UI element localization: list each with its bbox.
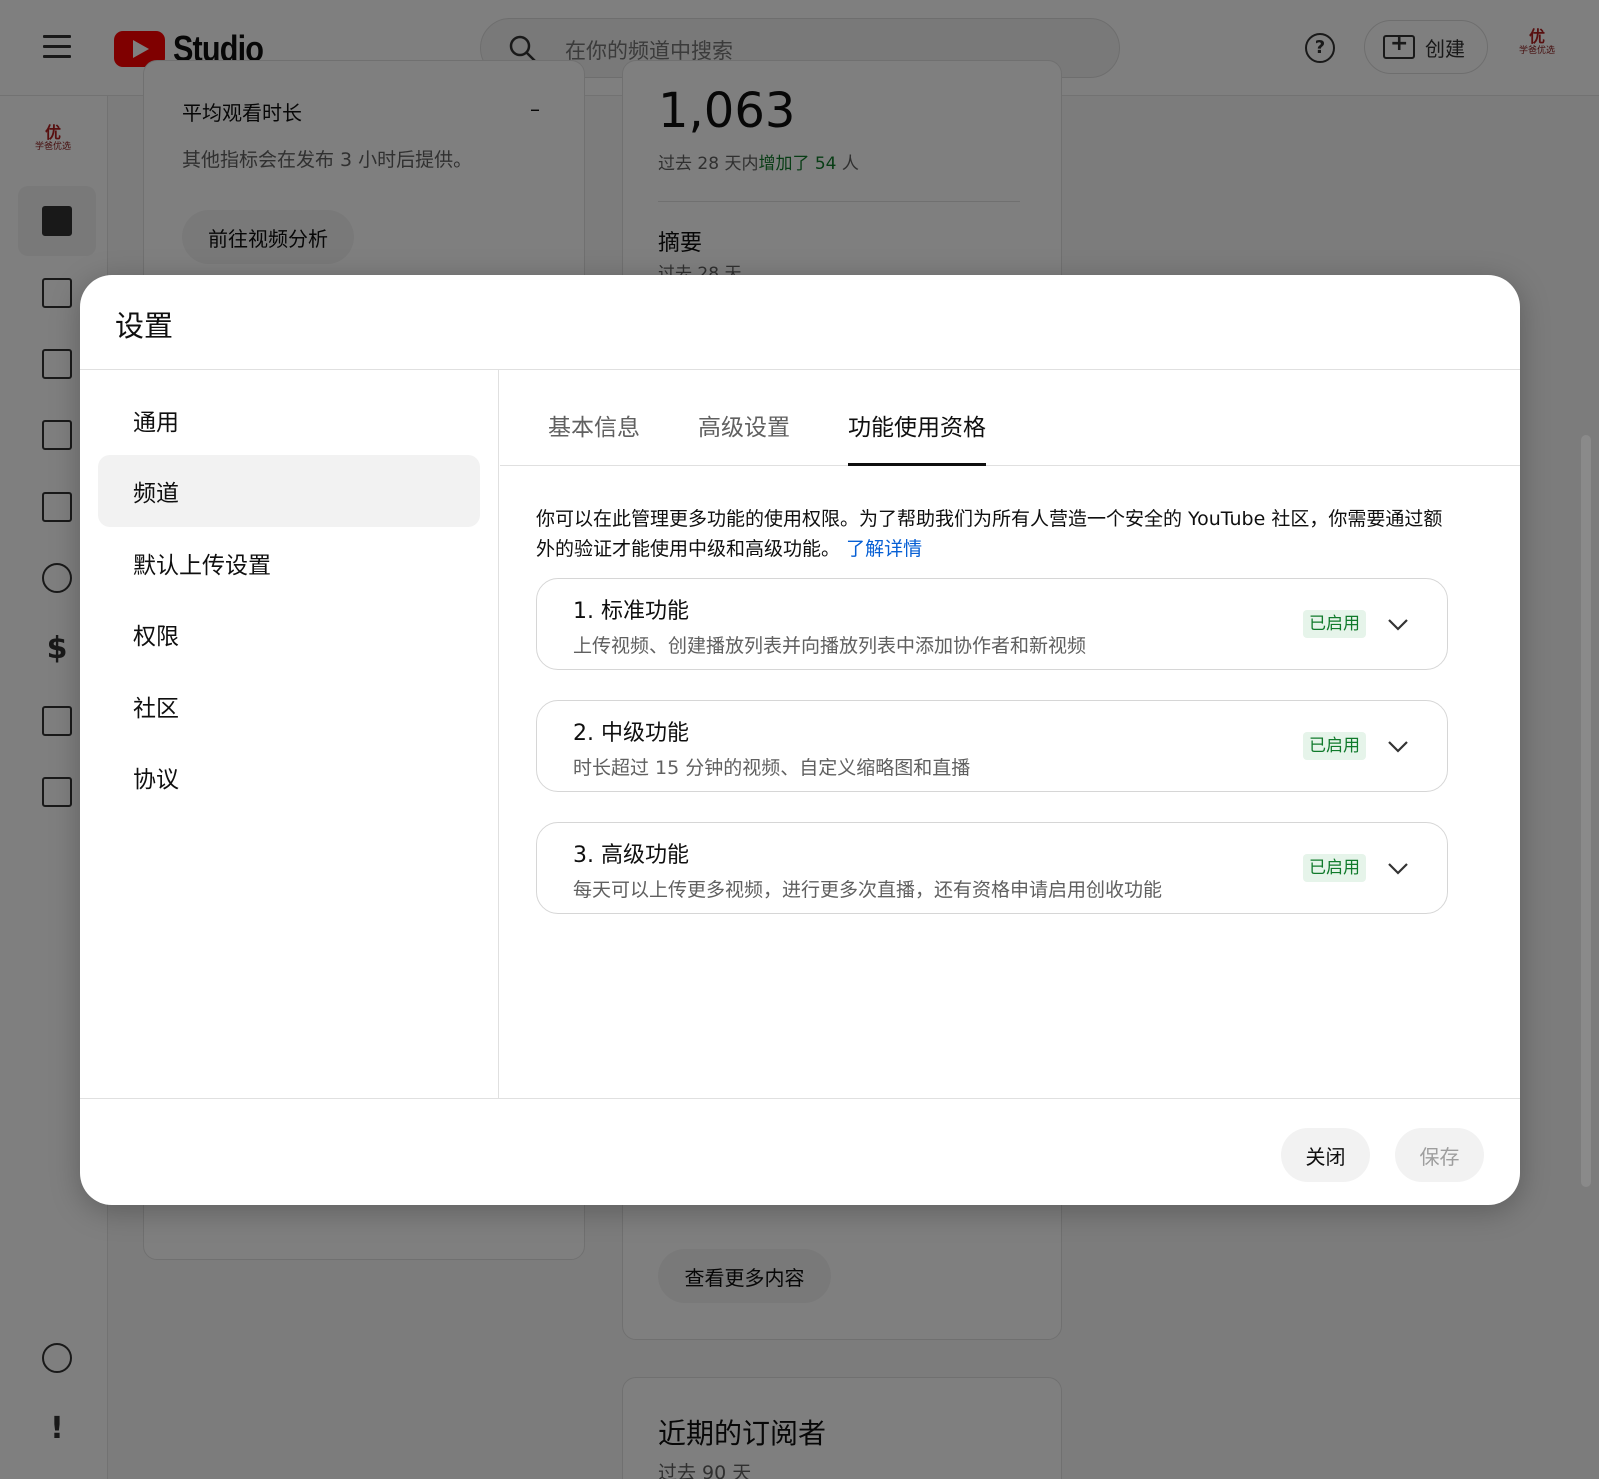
feature-intermediate[interactable]: 2. 中级功能 时长超过 15 分钟的视频、自定义缩略图和直播 已启用 bbox=[536, 700, 1448, 792]
feature-desc: 时长超过 15 分钟的视频、自定义缩略图和直播 bbox=[573, 757, 971, 779]
dialog-title: 设置 bbox=[115, 309, 174, 343]
feature-standard[interactable]: 1. 标准功能 上传视频、创建播放列表并向播放列表中添加协作者和新视频 已启用 bbox=[536, 578, 1448, 670]
feature-advanced[interactable]: 3. 高级功能 每天可以上传更多视频，进行更多次直播，还有资格申请启用创收功能 … bbox=[536, 822, 1448, 914]
learn-more-link[interactable]: 了解详情 bbox=[846, 538, 922, 560]
feature-desc: 每天可以上传更多视频，进行更多次直播，还有资格申请启用创收功能 bbox=[573, 879, 1163, 901]
sidebar-item-upload-defaults[interactable]: 默认上传设置 bbox=[98, 527, 480, 599]
settings-dialog: 设置 通用 频道 默认上传设置 权限 社区 协议 基本信息 高级设置 功能使用资… bbox=[80, 275, 1520, 1205]
status-badge: 已启用 bbox=[1303, 854, 1366, 882]
page-scrollbar[interactable] bbox=[1581, 435, 1591, 1187]
close-button[interactable]: 关闭 bbox=[1281, 1128, 1370, 1182]
chevron-down-icon[interactable] bbox=[1383, 731, 1413, 761]
tab-advanced-settings[interactable]: 高级设置 bbox=[698, 408, 790, 466]
dialog-footer-divider bbox=[80, 1098, 1520, 1099]
feature-desc: 上传视频、创建播放列表并向播放列表中添加协作者和新视频 bbox=[573, 635, 1087, 657]
status-badge: 已启用 bbox=[1303, 732, 1366, 760]
settings-main: 基本信息 高级设置 功能使用资格 你可以在此管理更多功能的使用权限。为了帮助我们… bbox=[500, 370, 1520, 1098]
sidebar-item-agreements[interactable]: 协议 bbox=[98, 741, 480, 813]
tab-feature-eligibility[interactable]: 功能使用资格 bbox=[848, 408, 986, 466]
save-button[interactable]: 保存 bbox=[1395, 1128, 1484, 1182]
sidebar-item-general[interactable]: 通用 bbox=[98, 384, 480, 456]
sidebar-item-permissions[interactable]: 权限 bbox=[98, 598, 480, 670]
intro-text: 你可以在此管理更多功能的使用权限。为了帮助我们为所有人营造一个安全的 YouTu… bbox=[536, 504, 1456, 564]
tab-basic-info[interactable]: 基本信息 bbox=[548, 408, 640, 466]
status-badge: 已启用 bbox=[1303, 610, 1366, 638]
chevron-down-icon[interactable] bbox=[1383, 853, 1413, 883]
intro-body: 你可以在此管理更多功能的使用权限。为了帮助我们为所有人营造一个安全的 YouTu… bbox=[536, 508, 1443, 560]
feature-title: 3. 高级功能 bbox=[573, 843, 689, 868]
feature-title: 1. 标准功能 bbox=[573, 599, 689, 624]
tab-bar: 基本信息 高级设置 功能使用资格 bbox=[500, 370, 1520, 466]
chevron-down-icon[interactable] bbox=[1383, 609, 1413, 639]
sidebar-item-community[interactable]: 社区 bbox=[98, 670, 480, 742]
sidebar-item-channel[interactable]: 频道 bbox=[98, 455, 480, 527]
feature-title: 2. 中级功能 bbox=[573, 721, 689, 746]
settings-sidebar: 通用 频道 默认上传设置 权限 社区 协议 bbox=[80, 370, 499, 1098]
